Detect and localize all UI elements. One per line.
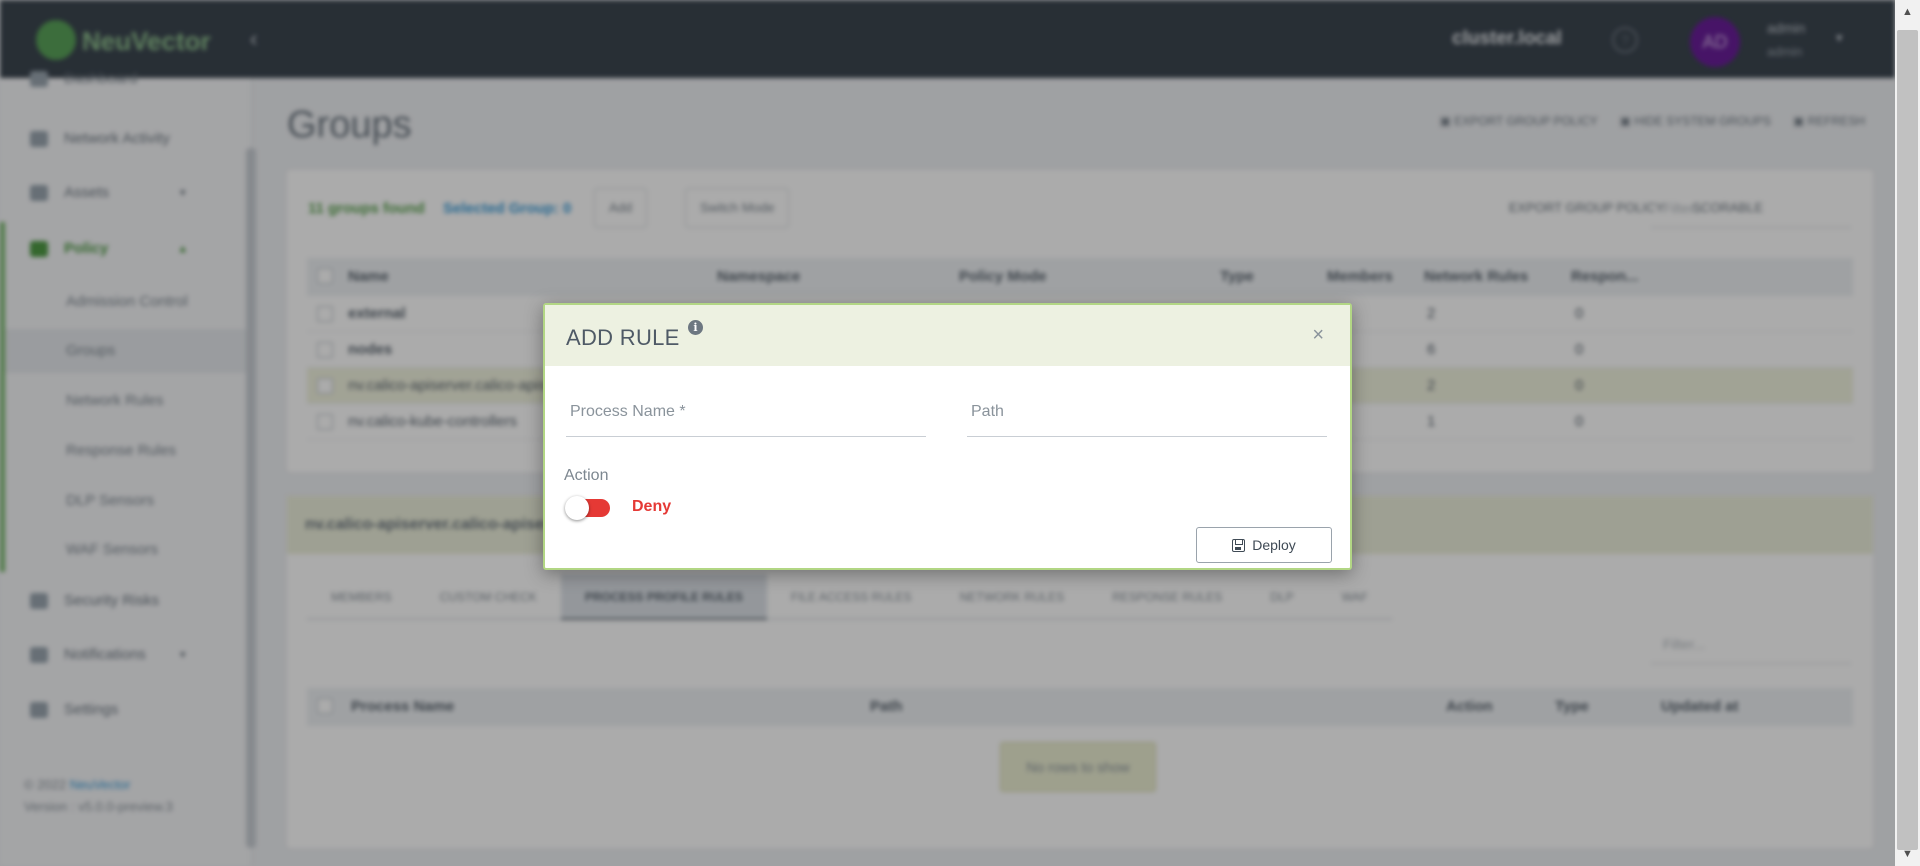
deploy-label: Deploy (1252, 537, 1296, 553)
save-icon (1232, 538, 1246, 552)
toggle-knob[interactable] (565, 496, 589, 520)
scroll-up-arrow-icon[interactable]: ▲ (1902, 6, 1913, 18)
action-toggle[interactable] (565, 496, 610, 520)
page-scrollbar-thumb[interactable] (1897, 30, 1918, 850)
add-rule-dialog: ADD RULE i × Process Name * Path Action … (543, 303, 1352, 570)
dialog-header: ADD RULE i × (545, 305, 1350, 366)
process-name-input[interactable] (566, 387, 926, 436)
process-name-field[interactable]: Process Name * (566, 387, 926, 437)
deploy-button[interactable]: Deploy (1196, 527, 1332, 563)
scroll-down-arrow-icon[interactable]: ▼ (1902, 848, 1913, 860)
action-label: Action (564, 467, 609, 484)
close-icon[interactable]: × (1312, 325, 1324, 345)
path-field[interactable]: Path (967, 387, 1327, 437)
info-icon[interactable]: i (688, 320, 703, 335)
action-value-label: Deny (632, 498, 672, 515)
path-input[interactable] (967, 387, 1327, 436)
dialog-title: ADD RULE (566, 325, 680, 350)
